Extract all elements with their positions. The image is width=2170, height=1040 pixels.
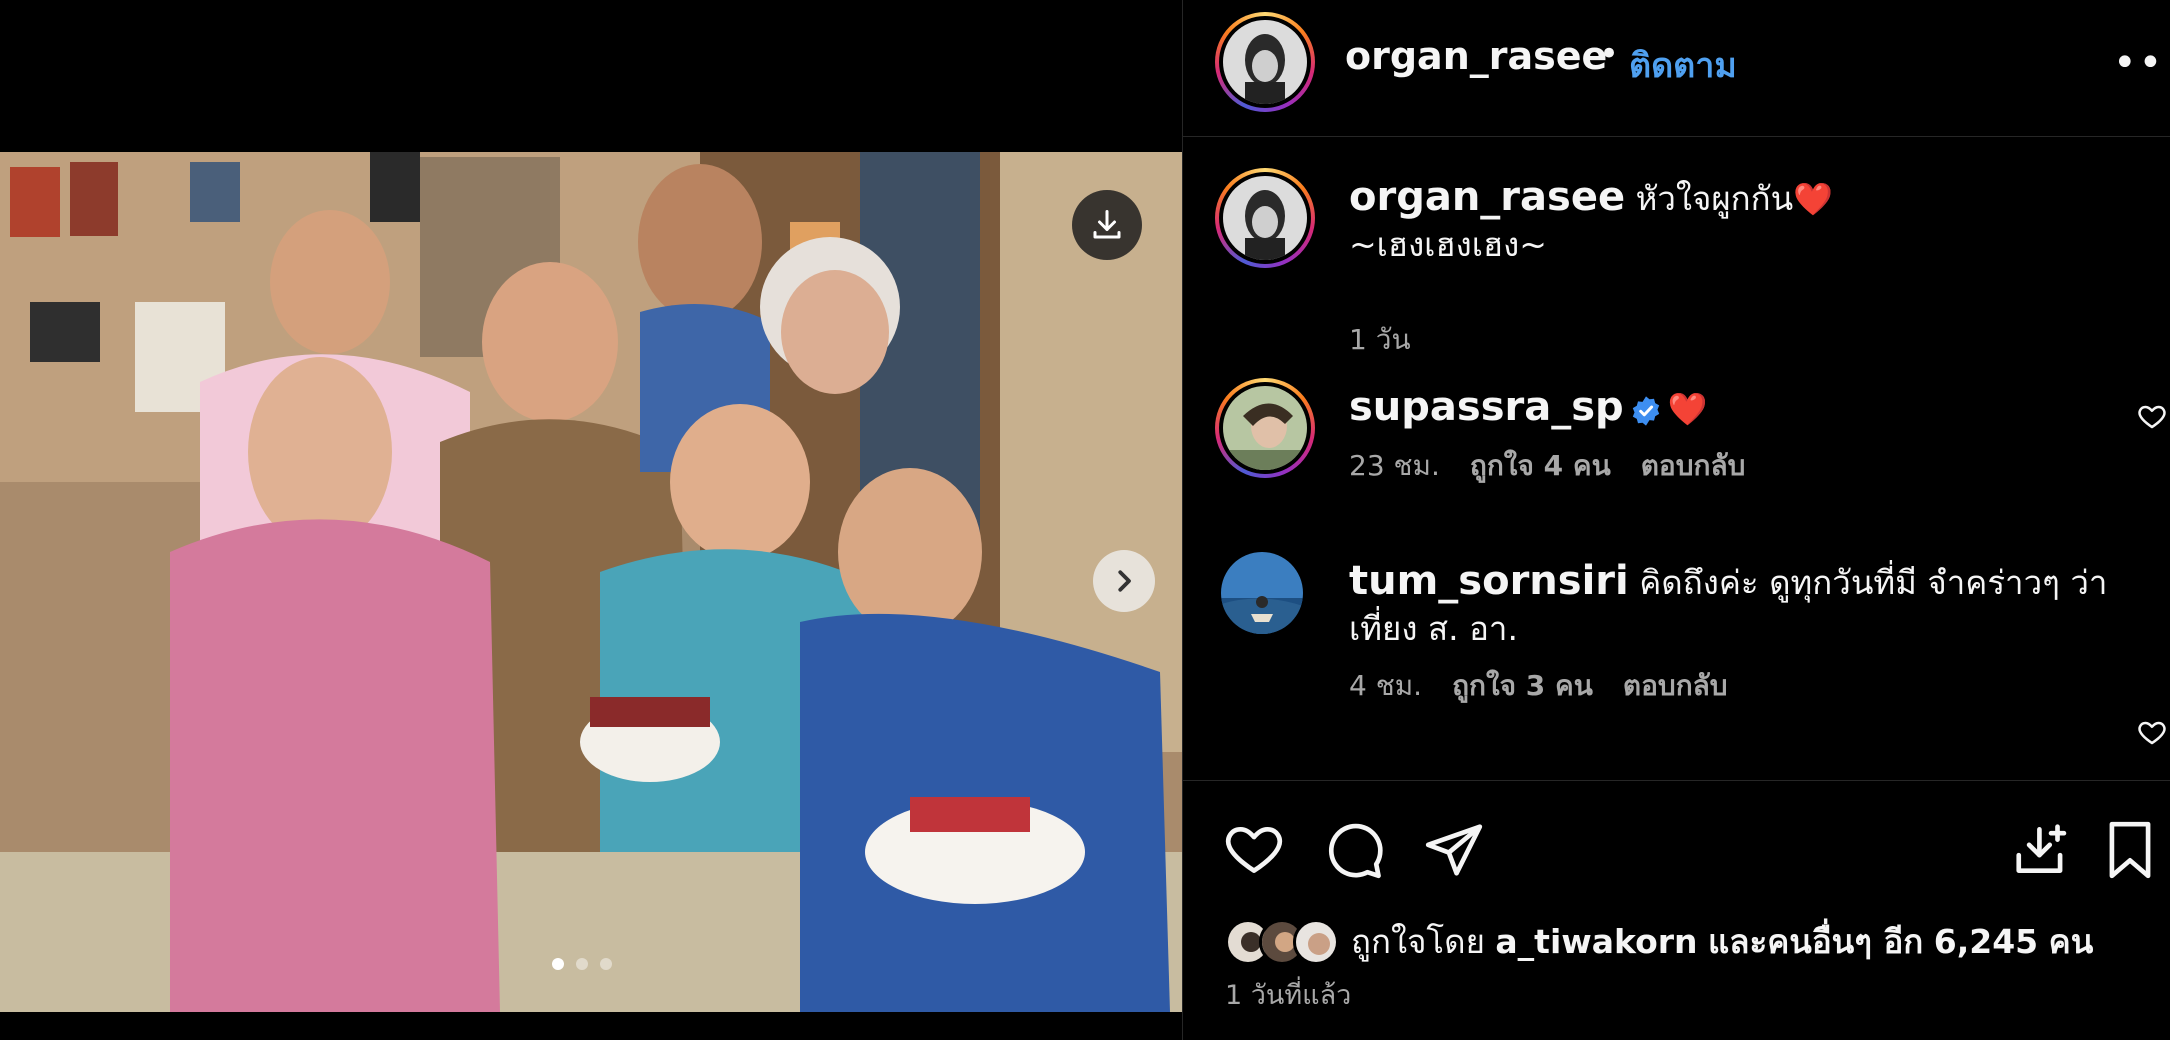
comment-text: supassra_sp ❤️ — [1349, 384, 2109, 432]
photo-illustration — [0, 152, 1182, 1012]
carousel-dot — [600, 958, 612, 970]
likes-summary[interactable]: ถูกใจโดย a_tiwakorn และคนอื่นๆ อีก 6,245… — [1225, 915, 2093, 968]
post-actions: ถูกใจโดย a_tiwakorn และคนอื่นๆ อีก 6,245… — [1183, 780, 2170, 1040]
caption-avatar-ring[interactable] — [1215, 168, 1315, 268]
post-header: organ_rasee • ติดตาม ••• — [1183, 0, 2170, 137]
likes-prefix: ถูกใจโดย — [1351, 922, 1485, 961]
header-separator: • — [1599, 34, 1620, 74]
heart-icon[interactable] — [1223, 819, 1285, 881]
follow-button[interactable]: ติดตาม — [1629, 38, 1737, 92]
carousel-dot — [576, 958, 588, 970]
likes-suffix: คน — [2048, 922, 2094, 961]
caption-text: organ_rasee หัวใจผูกกัน❤️ ~เฮงเฮงเฮง~ — [1349, 174, 2109, 268]
comment-like-heart-icon[interactable] — [2137, 402, 2167, 432]
author-avatar — [1223, 20, 1307, 104]
send-icon[interactable] — [1423, 819, 1485, 881]
download-button[interactable] — [1072, 190, 1142, 260]
liker-username[interactable]: a_tiwakorn — [1495, 922, 1697, 961]
comment-content: ❤️ — [1667, 390, 1708, 428]
reply-button[interactable]: ตอบกลับ — [1641, 444, 1746, 488]
commenter-avatar — [1223, 386, 1307, 470]
caption-time: 1 วัน — [1349, 323, 1411, 356]
comment-meta: 4 ชม. ถูกใจ 3 คน ตอบกลับ — [1349, 664, 1728, 708]
download-tray-icon[interactable] — [2011, 819, 2073, 881]
comment-meta: 23 ชม. ถูกใจ 4 คน ตอบกลับ — [1349, 444, 1745, 488]
next-slide-button[interactable] — [1093, 550, 1155, 612]
author-username[interactable]: organ_rasee — [1345, 34, 1607, 78]
likes-count[interactable]: 6,245 — [1934, 922, 2038, 961]
post-media — [0, 0, 1182, 1040]
comment-like-heart-icon[interactable] — [2137, 718, 2167, 748]
commenter-avatar[interactable] — [1221, 552, 1303, 634]
likes-text: ถูกใจโดย a_tiwakorn และคนอื่นๆ อีก 6,245… — [1351, 915, 2093, 968]
more-options-button[interactable]: ••• — [2113, 40, 2170, 86]
post-panel: organ_rasee • ติดตาม ••• — [1182, 0, 2170, 1040]
reply-button[interactable]: ตอบกลับ — [1623, 664, 1728, 708]
caption-meta: 1 วัน — [1349, 318, 1411, 362]
caption-line-2: ~เฮงเฮงเฮง~ — [1349, 225, 1547, 264]
post-photo[interactable] — [0, 152, 1182, 1012]
comment-item-partial — [1183, 768, 2170, 778]
comment-username[interactable]: tum_sornsiri — [1349, 558, 1629, 604]
caption-line-1: หัวใจผูกกัน — [1635, 179, 1794, 218]
verified-badge-icon — [1632, 395, 1659, 426]
comments-list[interactable]: organ_rasee หัวใจผูกกัน❤️ ~เฮงเฮงเฮง~ 1 … — [1183, 138, 2170, 778]
likes-middle: และคนอื่นๆ อีก — [1708, 922, 1924, 961]
bookmark-icon[interactable] — [2099, 819, 2161, 881]
caption-avatar — [1223, 176, 1307, 260]
author-avatar-ring[interactable] — [1215, 12, 1315, 112]
heart-emoji: ❤️ — [1793, 180, 1834, 218]
post-timestamp: 1 วันที่แล้ว — [1225, 980, 1352, 1011]
comment-time: 4 ชม. — [1349, 669, 1423, 702]
download-icon — [1093, 210, 1121, 239]
commenter-avatar-ring[interactable] — [1215, 378, 1315, 478]
carousel-dot — [552, 958, 564, 970]
carousel-indicator — [552, 958, 612, 970]
comment-likes[interactable]: ถูกใจ 4 คน — [1470, 444, 1611, 488]
liker-avatar — [1293, 918, 1339, 965]
comment-time: 23 ชม. — [1349, 449, 1440, 482]
comment-icon[interactable] — [1323, 819, 1385, 881]
caption-username[interactable]: organ_rasee — [1349, 174, 1625, 220]
comment-username[interactable]: supassra_sp — [1349, 384, 1624, 430]
comment-likes[interactable]: ถูกใจ 3 คน — [1452, 664, 1593, 708]
chevron-right-icon — [1118, 570, 1131, 592]
comment-text: tum_sornsiri คิดถึงค่ะ ดูทุกวันที่มี จำค… — [1349, 558, 2109, 652]
